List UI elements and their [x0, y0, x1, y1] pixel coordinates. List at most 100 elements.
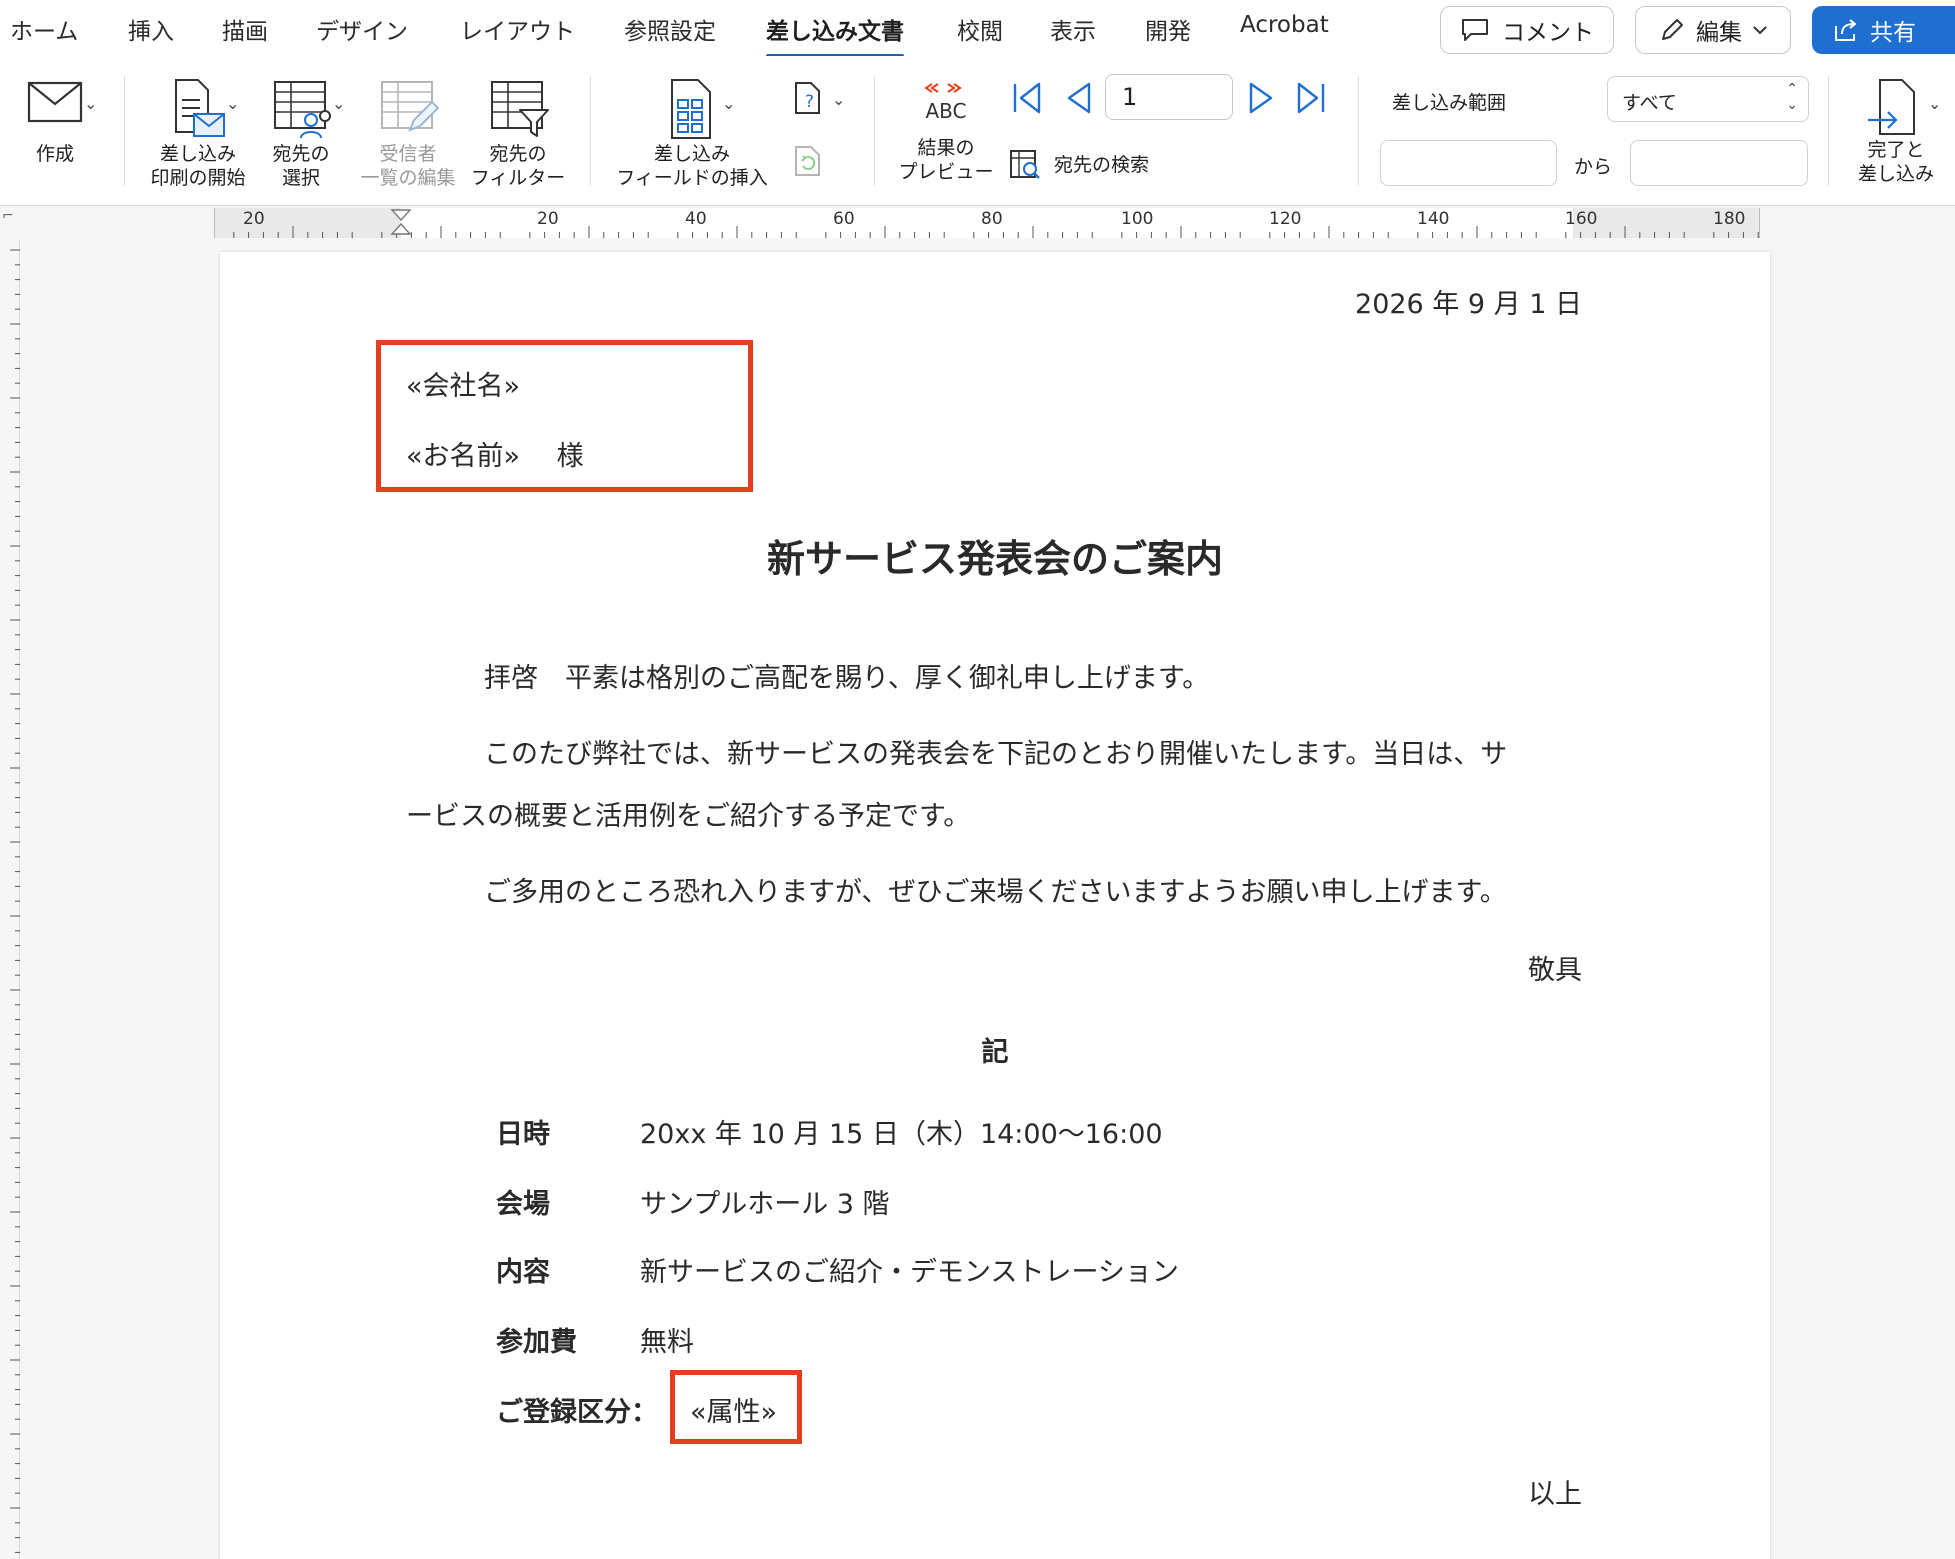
filter-recipients-button[interactable]: 宛先の フィルター	[466, 76, 570, 190]
finish-merge-button[interactable]: 完了と 差し込み	[1848, 76, 1944, 186]
first-record-button[interactable]	[1008, 80, 1044, 116]
detail-value-content: 新サービスのご紹介・デモンストレーション	[640, 1257, 1179, 1288]
detail-label-fee: 参加費	[496, 1327, 577, 1358]
ribbon-separator	[1358, 76, 1359, 186]
preview-abc-text: ABC	[925, 99, 966, 123]
last-record-icon	[1297, 82, 1325, 114]
vertical-ruler-ticks	[10, 249, 20, 1553]
select-recipients-icon	[274, 81, 331, 139]
first-record-icon	[1013, 82, 1041, 114]
tab-design[interactable]: デザイン	[316, 12, 408, 46]
filter-label-1: 宛先の	[489, 143, 547, 165]
filter-icon	[491, 81, 549, 137]
tab-mailings[interactable]: 差し込み文書	[766, 12, 904, 58]
letter-date: 2026 年 9 月 1 日	[1355, 289, 1582, 320]
ribbon-separator	[1828, 76, 1829, 186]
previous-record-button[interactable]	[1062, 80, 1094, 116]
rules-question-icon: ?	[795, 82, 820, 114]
merge-range-value: すべて	[1622, 92, 1677, 114]
find-recipient-label: 宛先の検索	[1054, 154, 1150, 176]
edit-mode-button[interactable]: 編集	[1635, 6, 1791, 54]
ruler-number: 100	[1121, 209, 1154, 229]
ruler-tab-selector-icon[interactable]: ⌐	[2, 208, 14, 224]
tab-acrobat[interactable]: Acrobat	[1240, 12, 1329, 38]
finish-merge-icon	[1868, 79, 1915, 135]
svg-text:?: ?	[805, 92, 814, 112]
insert-merge-field-caret[interactable]: ⌄	[722, 94, 735, 113]
updown-arrows-icon: ⌃ ⌄	[1786, 81, 1798, 113]
ribbon-separator	[590, 76, 591, 186]
indent-marker-icon[interactable]	[390, 208, 412, 238]
insert-merge-field-button[interactable]: 差し込み フィールドの挿入	[612, 76, 772, 190]
body-paragraph-1-line-1: このたび弊社では、新サービスの発表会を下記のとおり開催いたします。当日は、サ	[484, 739, 1508, 770]
tab-view[interactable]: 表示	[1050, 12, 1096, 46]
finish-merge-label-2: 差し込み	[1857, 163, 1934, 185]
closing-keigu: 敬具	[1528, 955, 1582, 986]
ruler-number: 160	[1565, 209, 1598, 229]
share-icon	[1835, 19, 1857, 41]
ruler-bar[interactable]: 20 20 40 60 80 100 120 140 160 180	[214, 208, 1760, 238]
preview-results-icon: ABC	[924, 83, 967, 123]
registration-label: ご登録区分：	[496, 1397, 658, 1428]
update-labels-icon	[795, 146, 820, 176]
rules-caret[interactable]: ⌄	[832, 90, 845, 109]
chevron-down-icon	[1753, 26, 1767, 35]
comment-button[interactable]: コメント	[1440, 6, 1614, 54]
tab-layout[interactable]: レイアウト	[460, 12, 575, 46]
rules-button[interactable]: ?	[788, 80, 828, 116]
detail-value-datetime: 20xx 年 10 月 15 日（木）14:00〜16:00	[640, 1119, 1163, 1150]
greeting-paragraph: 拝啓 平素は格別のご高配を賜り、厚く御礼申し上げます。	[484, 663, 1210, 694]
ruler-number: 60	[833, 209, 855, 229]
tab-insert[interactable]: 挿入	[128, 12, 174, 46]
finish-merge-label-1: 完了と	[1867, 139, 1925, 161]
ruler-number: 20	[537, 209, 559, 229]
document-page[interactable]: 2026 年 9 月 1 日 «会社名» «お名前» 様 新サービス発表会のご案…	[220, 252, 1770, 1559]
create-envelopes-button[interactable]: 作成	[12, 80, 98, 166]
merge-range-to-input[interactable]	[1630, 140, 1808, 186]
insert-field-label-1: 差し込み	[653, 143, 730, 165]
tab-review[interactable]: 校閲	[957, 12, 1003, 46]
edit-list-label-2: 一覧の編集	[360, 167, 456, 189]
merge-range-from-input[interactable]	[1380, 140, 1557, 186]
ribbon-mailings: 作成 ⌄ 差し込み 印刷の開始 ⌄ 宛先の 選択 ⌄ 受信者 一覧の編集 宛先の…	[0, 56, 1955, 206]
select-recipients-label-2: 選択	[281, 167, 320, 189]
body-paragraph-2: ご多用のところ恐れ入りますが、ぜひご来場くださいますようお願い申し上げます。	[484, 877, 1507, 908]
next-record-button[interactable]	[1246, 80, 1278, 116]
merge-range-select[interactable]: すべて ⌃ ⌄	[1607, 76, 1809, 122]
insert-field-label-2: フィールドの挿入	[616, 167, 768, 189]
last-record-button[interactable]	[1294, 80, 1330, 116]
tab-developer[interactable]: 開発	[1145, 12, 1191, 46]
menu-tab-bar: ホーム 挿入 描画 デザイン レイアウト 参照設定 差し込み文書 校閲 表示 開…	[0, 0, 1955, 58]
ruler-number: 140	[1417, 209, 1450, 229]
tab-home[interactable]: ホーム	[10, 12, 78, 46]
share-label: 共有	[1870, 20, 1916, 46]
document-title: 新サービス発表会のご案内	[766, 537, 1223, 581]
detail-value-venue: サンプルホール 3 階	[640, 1189, 890, 1220]
merge-range-from-to-label: から	[1574, 156, 1613, 178]
record-number-input[interactable]: 1	[1105, 74, 1233, 120]
body-paragraph-1-line-2: ービスの概要と活用例をご紹介する予定です。	[406, 801, 971, 832]
select-recipients-caret[interactable]: ⌄	[332, 94, 345, 113]
tab-draw[interactable]: 描画	[222, 12, 268, 46]
edit-list-icon	[381, 81, 440, 132]
edit-label: 編集	[1696, 20, 1742, 46]
detail-label-datetime: 日時	[496, 1119, 550, 1150]
previous-record-icon	[1067, 82, 1091, 114]
update-labels-button[interactable]	[788, 144, 828, 178]
create-dropdown-caret[interactable]: ⌄	[84, 94, 97, 113]
finish-merge-caret[interactable]: ⌄	[1928, 94, 1941, 113]
tab-references[interactable]: 参照設定	[624, 12, 716, 46]
insert-merge-field-icon	[671, 79, 711, 139]
merge-range-label: 差し込み範囲	[1392, 92, 1507, 114]
preview-results-button[interactable]: ABC 結果の プレビュー	[896, 78, 996, 184]
merge-field-attribute[interactable]: «属性»	[690, 1390, 777, 1429]
preview-label-2: プレビュー	[898, 161, 994, 183]
start-mail-merge-caret[interactable]: ⌄	[226, 94, 239, 113]
horizontal-ruler: ⌐ 20 20 40 60 80 100 120 140 160 180	[0, 206, 1955, 240]
find-recipient-button[interactable]: 宛先の検索	[1008, 148, 1168, 182]
merge-field-company[interactable]: «会社名»	[406, 364, 520, 403]
edit-recipient-list-button[interactable]: 受信者 一覧の編集	[356, 76, 460, 190]
merge-field-name[interactable]: «お名前»	[406, 441, 520, 472]
pencil-icon	[1662, 19, 1683, 40]
share-button[interactable]: 共有	[1812, 6, 1955, 54]
